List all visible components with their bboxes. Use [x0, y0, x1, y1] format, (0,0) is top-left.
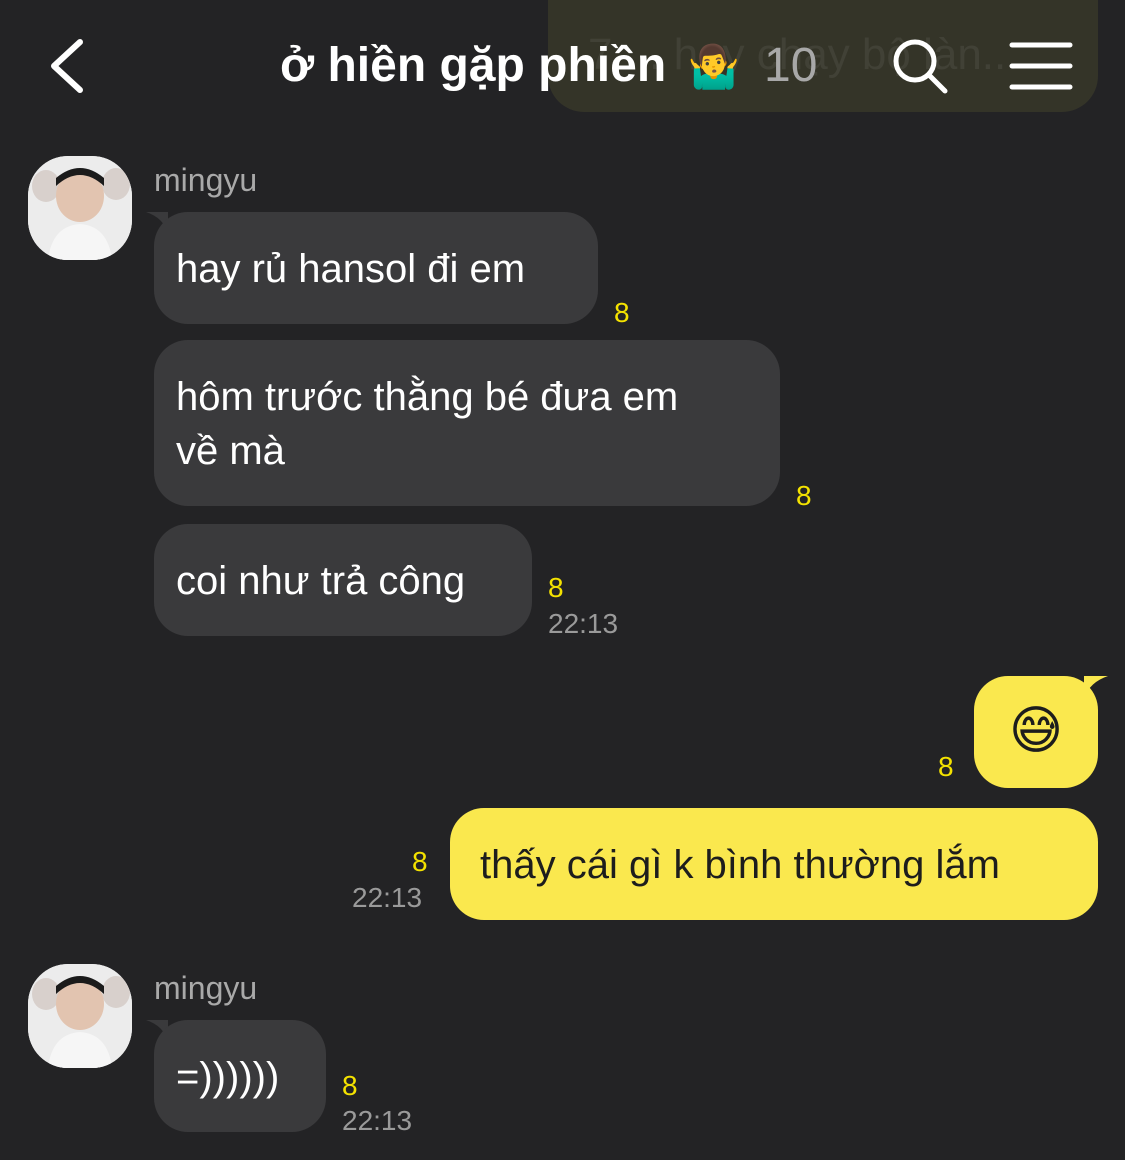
unread-count: 8 — [614, 297, 630, 328]
avatar[interactable] — [28, 156, 132, 260]
message-bubble[interactable]: hôm trước thằng bé đưa em về mà — [154, 340, 780, 506]
unread-count: 8 — [548, 572, 564, 603]
chat-title-text: ở hiền gặp phiền — [280, 39, 667, 92]
message-bubble[interactable]: thấy cái gì k bình thường lắm — [450, 808, 1098, 920]
profile-photo — [28, 964, 132, 1068]
back-button[interactable] — [40, 34, 100, 98]
unread-count: 8 — [412, 846, 428, 877]
search-button[interactable] — [890, 36, 950, 96]
message-time: 22:13 — [548, 608, 619, 639]
search-icon — [893, 39, 948, 94]
unread-count: 8 — [938, 751, 954, 782]
message-text-line: hôm trước thằng bé đưa em — [176, 375, 679, 419]
menu-button[interactable] — [1008, 40, 1074, 92]
message-text-line: về mà — [176, 429, 285, 473]
chat-title[interactable]: ở hiền gặp phiền 🤷‍♂️ — [280, 36, 748, 97]
message-time: 22:13 — [342, 1105, 413, 1136]
message-time: 22:13 — [352, 882, 423, 913]
profile-photo — [28, 156, 132, 260]
member-count: 10 — [764, 39, 818, 92]
sender-name: mingyu — [154, 162, 258, 198]
message-bubble[interactable]: hay rủ hansol đi em — [154, 212, 598, 324]
message-text: coi như trả công — [176, 559, 466, 603]
message-bubble[interactable]: =)))))) — [154, 1020, 326, 1132]
message-text: =)))))) — [176, 1055, 280, 1099]
message-bubble[interactable]: coi như trả công — [154, 524, 532, 636]
avatar[interactable] — [28, 964, 132, 1068]
chat-header: 7 ... hay chạy bộ làn... ở hiền gặp phiề… — [0, 0, 1125, 130]
message-bubble[interactable]: 😅 — [974, 676, 1098, 788]
sweat-smile-emoji: 😅 — [1008, 702, 1064, 760]
message-text: thấy cái gì k bình thường lắm — [480, 843, 1000, 887]
chevron-left-icon — [51, 39, 83, 93]
unread-count: 8 — [796, 480, 812, 511]
message-text: hay rủ hansol đi em — [176, 247, 526, 291]
hamburger-menu-icon — [1009, 42, 1073, 90]
shrug-emoji: 🤷‍♂️ — [687, 43, 740, 90]
sender-name: mingyu — [154, 970, 258, 1006]
unread-count: 8 — [342, 1070, 358, 1101]
